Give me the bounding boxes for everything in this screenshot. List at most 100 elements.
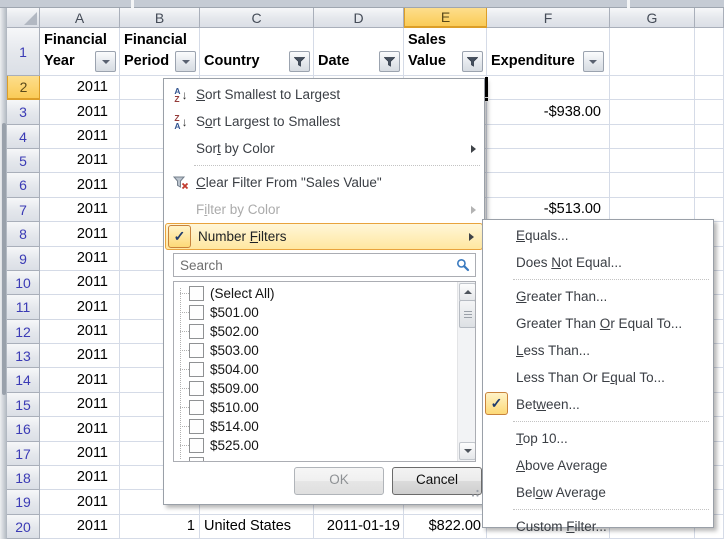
search-input[interactable]: [173, 253, 476, 277]
search-icon[interactable]: [456, 258, 470, 275]
filter-list-item-503-00[interactable]: $503.00: [174, 341, 475, 360]
row-header-17[interactable]: 17: [7, 442, 40, 466]
header-cell-country[interactable]: Country: [200, 28, 314, 76]
checkbox[interactable]: [189, 419, 204, 434]
filter-dropdown-button-financial-year[interactable]: [95, 51, 116, 72]
submenu-item-does-not-equal[interactable]: Does Not Equal...: [483, 249, 713, 276]
row-header-6[interactable]: 6: [7, 173, 40, 198]
cell-G4[interactable]: [610, 125, 695, 149]
cell-A3[interactable]: 2011: [40, 100, 120, 125]
filter-list-item-501-00[interactable]: $501.00: [174, 303, 475, 322]
checkbox[interactable]: [189, 381, 204, 396]
filter-applied-button-country[interactable]: [289, 51, 310, 72]
row-header-18[interactable]: 18: [7, 466, 40, 490]
cell-A16[interactable]: 2011: [40, 417, 120, 442]
cell-F6[interactable]: [487, 173, 610, 198]
cell-A17[interactable]: 2011: [40, 442, 120, 466]
cell-A19[interactable]: 2011: [40, 490, 120, 515]
checkbox[interactable]: [189, 362, 204, 377]
row-header-11[interactable]: 11: [7, 295, 40, 320]
cell-B20[interactable]: 1: [120, 515, 200, 539]
cell-A12[interactable]: 2011: [40, 320, 120, 344]
row-header-15[interactable]: 15: [7, 393, 40, 417]
cell-D20[interactable]: 2011-01-19: [314, 515, 404, 539]
cell-A4[interactable]: 2011: [40, 125, 120, 149]
submenu-item-top-10[interactable]: Top 10...: [483, 425, 713, 452]
cell-E20[interactable]: $822.00: [404, 515, 487, 539]
row-header-13[interactable]: 13: [7, 344, 40, 368]
scrollbar-thumb[interactable]: [459, 300, 476, 328]
cell-C20[interactable]: United States: [200, 515, 314, 539]
filter-list-item-514-00[interactable]: $514.00: [174, 417, 475, 436]
checkbox[interactable]: [189, 400, 204, 415]
cell-G3[interactable]: [610, 100, 695, 125]
submenu-item-less-than[interactable]: Less Than...: [483, 337, 713, 364]
row-header-19[interactable]: 19: [7, 490, 40, 515]
checkbox[interactable]: [189, 286, 204, 301]
row-header-9[interactable]: 9: [7, 247, 40, 271]
row-header-14[interactable]: 14: [7, 368, 40, 393]
cell-A20[interactable]: 2011: [40, 515, 120, 539]
cell-A8[interactable]: 2011: [40, 222, 120, 247]
cell-F3[interactable]: -$938.00: [487, 100, 610, 125]
submenu-item-greater-than-or-equal-to[interactable]: Greater Than Or Equal To...: [483, 310, 713, 337]
column-header-c[interactable]: C: [200, 8, 314, 28]
row-header-8[interactable]: 8: [7, 222, 40, 247]
resize-grip-icon[interactable]: [467, 487, 480, 502]
filter-list-item-510-00[interactable]: $510.00: [174, 398, 475, 417]
menu-item-sort-smallest-to-largest[interactable]: AZ↓Sort Smallest to Largest: [164, 81, 484, 108]
checkbox[interactable]: [189, 438, 204, 453]
menu-item-filter-by-color[interactable]: Filter by Color: [164, 196, 484, 223]
cell-H5[interactable]: [695, 149, 724, 173]
submenu-item-custom-filter[interactable]: Custom Filter...: [483, 513, 713, 539]
cell-A7[interactable]: 2011: [40, 198, 120, 222]
row-header-16[interactable]: 16: [7, 417, 40, 442]
column-header-g[interactable]: G: [610, 8, 695, 28]
checkbox[interactable]: [189, 343, 204, 358]
row-header-20[interactable]: 20: [7, 515, 40, 539]
filter-list-item-525-00[interactable]: $525.00: [174, 436, 475, 455]
column-header-a[interactable]: A: [40, 8, 120, 28]
cell-A2[interactable]: 2011: [40, 76, 120, 100]
filter-list-item-partial[interactable]: [174, 455, 475, 462]
cell-A11[interactable]: 2011: [40, 295, 120, 320]
cell-A14[interactable]: 2011: [40, 368, 120, 393]
cell-A18[interactable]: 2011: [40, 466, 120, 490]
scroll-up-button[interactable]: [459, 283, 476, 301]
submenu-item-greater-than[interactable]: Greater Than...: [483, 283, 713, 310]
header-cell-date[interactable]: Date: [314, 28, 404, 76]
header-cell-financial-year[interactable]: FinancialYear: [40, 28, 120, 76]
row-header-1[interactable]: 1: [7, 28, 40, 76]
filter-applied-button-date[interactable]: [379, 51, 400, 72]
column-header-e[interactable]: E: [404, 8, 487, 28]
cell-G6[interactable]: [610, 173, 695, 198]
header-cell-expenditure[interactable]: Expenditure: [487, 28, 610, 76]
cell-G5[interactable]: [610, 149, 695, 173]
cell-F5[interactable]: [487, 149, 610, 173]
row-header-3[interactable]: 3: [7, 100, 40, 125]
cell-H3[interactable]: [695, 100, 724, 125]
list-scrollbar[interactable]: [457, 282, 475, 461]
cell-A15[interactable]: 2011: [40, 393, 120, 417]
cell-A10[interactable]: 2011: [40, 271, 120, 295]
cell-A13[interactable]: 2011: [40, 344, 120, 368]
header-cell-financial-period[interactable]: FinancialPeriod: [120, 28, 200, 76]
column-header-d[interactable]: D: [314, 8, 404, 28]
checkbox[interactable]: [189, 457, 204, 462]
cell-F2[interactable]: [487, 76, 610, 100]
submenu-item-above-average[interactable]: Above Average: [483, 452, 713, 479]
row-header-7[interactable]: 7: [7, 198, 40, 222]
menu-item-clear-filter-from-sales-value[interactable]: Clear Filter From "Sales Value": [164, 169, 484, 196]
row-header-10[interactable]: 10: [7, 271, 40, 295]
column-header-f[interactable]: F: [487, 8, 610, 28]
cell-H2[interactable]: [695, 76, 724, 100]
checkbox[interactable]: [189, 305, 204, 320]
ok-button[interactable]: OK: [294, 467, 384, 495]
row-header-12[interactable]: 12: [7, 320, 40, 344]
filter-dropdown-button-expenditure[interactable]: [583, 51, 604, 72]
row-header-2[interactable]: 2: [7, 76, 40, 100]
cell-H4[interactable]: [695, 125, 724, 149]
cell-A5[interactable]: 2011: [40, 149, 120, 173]
scroll-down-button[interactable]: [459, 442, 476, 460]
cell-H6[interactable]: [695, 173, 724, 198]
